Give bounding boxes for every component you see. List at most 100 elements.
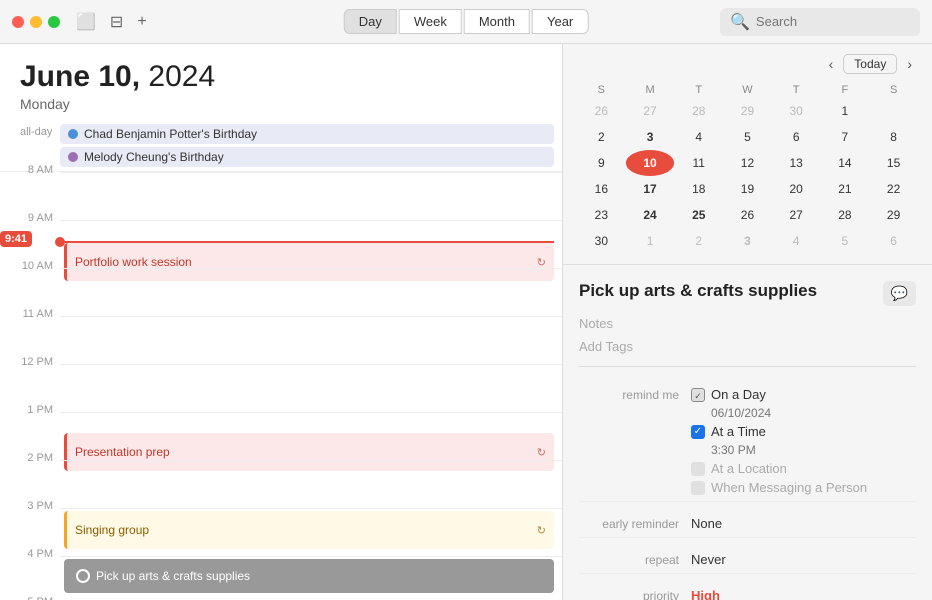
event-dot	[68, 152, 78, 162]
cal-day[interactable]: 28	[821, 202, 870, 228]
when-messaging-checkbox[interactable]	[691, 481, 705, 495]
time-label: 2 PM	[5, 452, 53, 464]
when-messaging-option[interactable]: When Messaging a Person	[691, 480, 916, 495]
allday-event-1[interactable]: Melody Cheung's Birthday	[60, 147, 554, 167]
cal-day[interactable]: 15	[869, 150, 918, 176]
cal-day[interactable]	[869, 98, 918, 124]
cal-day[interactable]: 26	[723, 202, 772, 228]
at-a-time-option[interactable]: At a Time	[691, 424, 916, 439]
note-icon-button[interactable]: 💬	[883, 281, 916, 306]
cal-day[interactable]: 22	[869, 176, 918, 202]
week-view-button[interactable]: Week	[399, 9, 462, 34]
time-row-2pm: 2 PM	[60, 460, 562, 508]
cal-day[interactable]: 3	[723, 228, 772, 254]
day-of-week-w: W	[723, 82, 772, 98]
cal-day[interactable]: 29	[723, 98, 772, 124]
traffic-lights	[12, 16, 60, 28]
month-view-button[interactable]: Month	[464, 9, 530, 34]
time-row-9am: 9 AM 9:41 Portfolio work session ↻	[60, 220, 562, 268]
priority-value[interactable]: High	[691, 588, 916, 600]
search-input[interactable]	[756, 14, 910, 29]
time-row-1pm: 1 PM Presentation prep ↻	[60, 412, 562, 460]
day-of-week-s: S	[577, 82, 626, 98]
cal-day[interactable]: 18	[674, 176, 723, 202]
cal-day[interactable]: 30	[577, 228, 626, 254]
next-month-button[interactable]: ›	[901, 54, 918, 74]
search-bar[interactable]: 🔍	[720, 8, 920, 36]
priority-row: priority High	[579, 582, 916, 600]
task-tags[interactable]: Add Tags	[579, 339, 916, 367]
year-view-button[interactable]: Year	[532, 9, 588, 34]
cal-day[interactable]: 2	[674, 228, 723, 254]
cal-day[interactable]: 2	[577, 124, 626, 150]
cal-day[interactable]: 20	[772, 176, 821, 202]
cal-day[interactable]: 7	[821, 124, 870, 150]
reminder-options: ✓ On a Day 06/10/2024 At a Time 3:30 PM	[691, 387, 916, 495]
inbox-icon[interactable]: ⊟	[110, 12, 123, 32]
task-notes[interactable]: Notes	[579, 316, 916, 331]
today-button[interactable]: Today	[843, 54, 897, 74]
cal-day[interactable]: 17	[626, 176, 675, 202]
cal-day[interactable]: 4	[772, 228, 821, 254]
cal-day[interactable]: 14	[821, 150, 870, 176]
at-a-location-option[interactable]: At a Location	[691, 461, 916, 476]
day-view: June 10, 2024 Monday all-day Chad Benjam…	[0, 44, 562, 600]
pickup-circle	[76, 569, 90, 583]
cal-day[interactable]: 16	[577, 176, 626, 202]
maximize-button[interactable]	[48, 16, 60, 28]
cal-day[interactable]: 29	[869, 202, 918, 228]
cal-day[interactable]: 8	[869, 124, 918, 150]
repeat-label: repeat	[579, 552, 679, 567]
cal-day[interactable]: 23	[577, 202, 626, 228]
cal-day[interactable]: 10	[626, 150, 675, 176]
minimize-button[interactable]	[30, 16, 42, 28]
cal-day[interactable]: 26	[577, 98, 626, 124]
cal-day[interactable]: 6	[869, 228, 918, 254]
time-label: 9 AM	[5, 212, 53, 224]
early-reminder-row: early reminder None	[579, 510, 916, 538]
cal-day[interactable]: 21	[821, 176, 870, 202]
prev-month-button[interactable]: ‹	[823, 54, 840, 74]
cal-day[interactable]: 3	[626, 124, 675, 150]
event-pickup[interactable]: Pick up arts & crafts supplies	[64, 559, 554, 593]
cal-day[interactable]: 13	[772, 150, 821, 176]
cal-day[interactable]: 5	[821, 228, 870, 254]
day-of-week-m: M	[626, 82, 675, 98]
cal-day[interactable]: 27	[772, 202, 821, 228]
titlebar: ⬜ ⊟ + Day Week Month Year 🔍	[0, 0, 932, 44]
cal-day[interactable]: 30	[772, 98, 821, 124]
cal-day[interactable]: 6	[772, 124, 821, 150]
event-singing[interactable]: Singing group ↻	[64, 511, 554, 549]
on-a-day-option[interactable]: ✓ On a Day	[691, 387, 916, 402]
task-detail: Pick up arts & crafts supplies 💬 Notes A…	[563, 265, 932, 600]
day-of-week-f: F	[821, 82, 870, 98]
time-row-4pm: 4 PM Pick up arts & crafts supplies	[60, 556, 562, 600]
cal-day[interactable]: 25	[674, 202, 723, 228]
cal-day[interactable]: 19	[723, 176, 772, 202]
time-label: 4 PM	[5, 548, 53, 560]
cal-day[interactable]: 9	[577, 150, 626, 176]
repeat-value[interactable]: Never	[691, 552, 916, 567]
cal-day[interactable]: 12	[723, 150, 772, 176]
cal-day[interactable]: 4	[674, 124, 723, 150]
on-a-day-checkbox[interactable]: ✓	[691, 388, 705, 402]
at-a-location-checkbox[interactable]	[691, 462, 705, 476]
early-reminder-value[interactable]: None	[691, 516, 916, 531]
allday-event-0[interactable]: Chad Benjamin Potter's Birthday	[60, 124, 554, 144]
cal-day[interactable]: 1	[821, 98, 870, 124]
at-a-time-checkbox[interactable]	[691, 425, 705, 439]
current-time-badge: 9:41	[0, 231, 32, 247]
allday-label: all-day	[20, 126, 52, 138]
cal-day[interactable]: 28	[674, 98, 723, 124]
time-label: 3 PM	[5, 500, 53, 512]
cal-day[interactable]: 5	[723, 124, 772, 150]
add-icon[interactable]: +	[137, 13, 146, 31]
time-row-12pm: 12 PM	[60, 364, 562, 412]
cal-day[interactable]: 24	[626, 202, 675, 228]
close-button[interactable]	[12, 16, 24, 28]
cal-day[interactable]: 27	[626, 98, 675, 124]
day-view-button[interactable]: Day	[344, 9, 397, 34]
sidebar-icon[interactable]: ⬜	[76, 12, 96, 32]
cal-day[interactable]: 11	[674, 150, 723, 176]
cal-day[interactable]: 1	[626, 228, 675, 254]
